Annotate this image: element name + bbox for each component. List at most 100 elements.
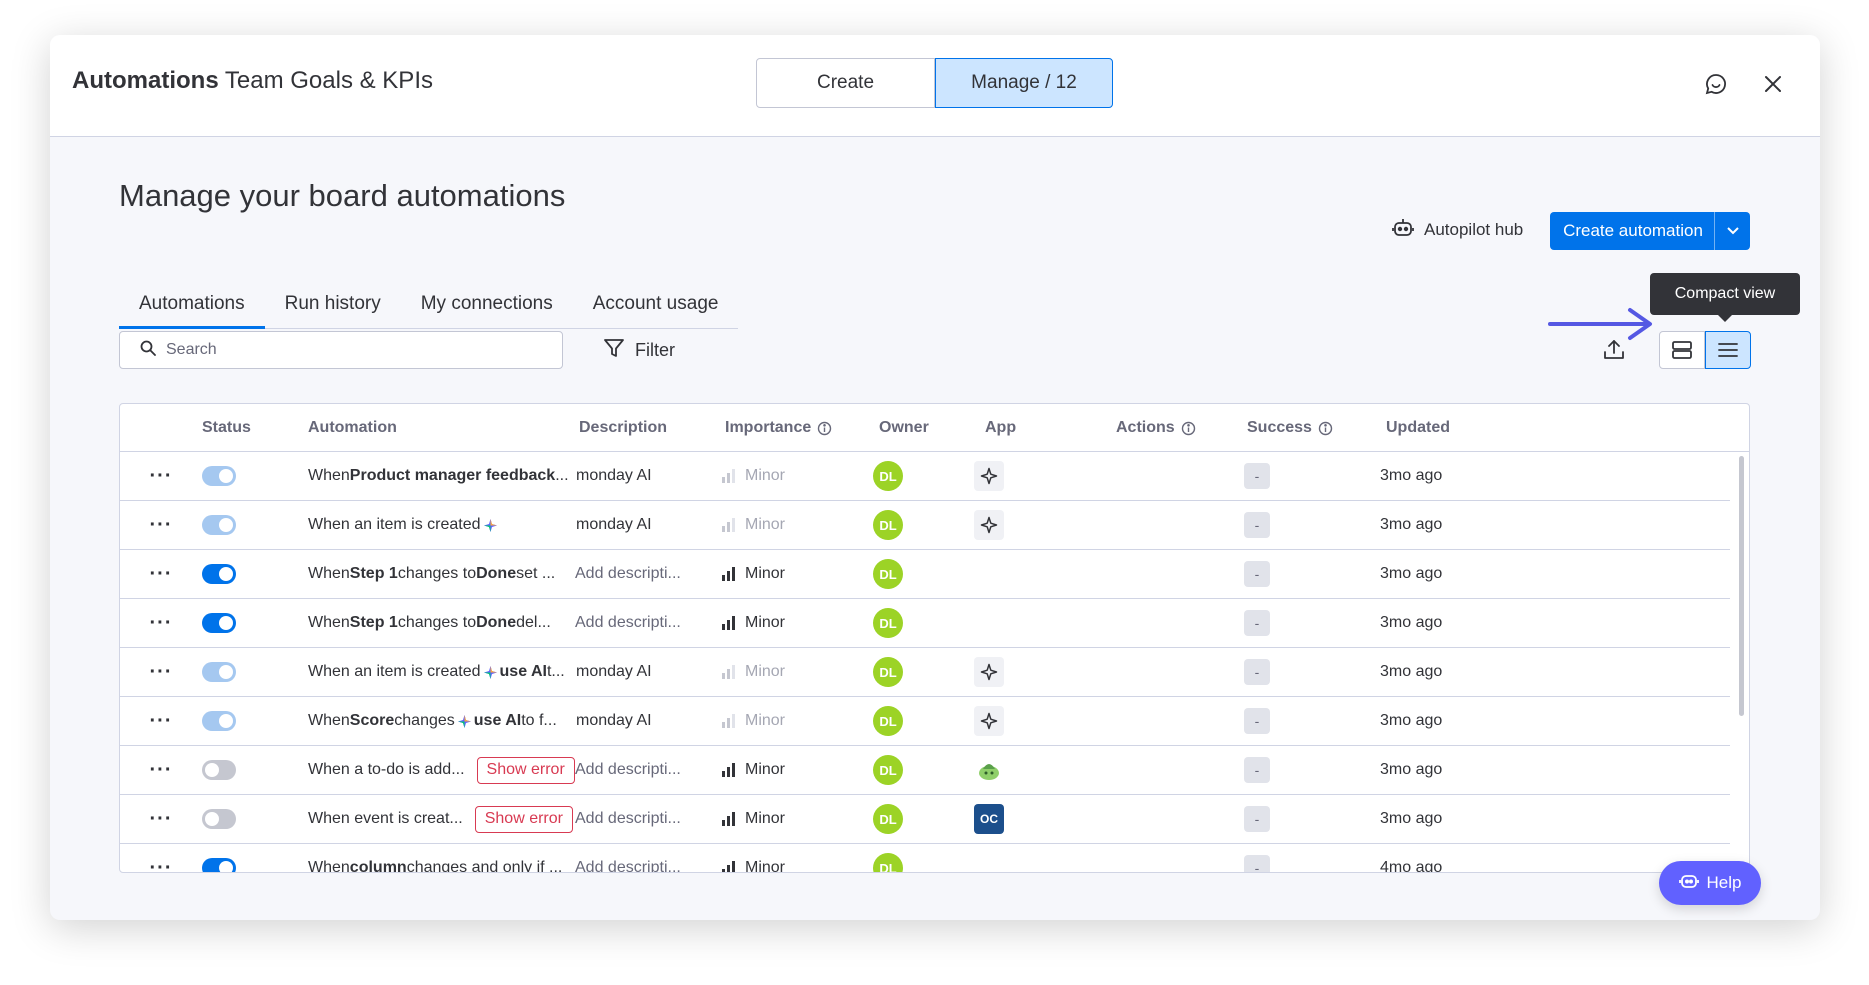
importance-cell[interactable]: Minor [722, 599, 785, 647]
row-menu-icon[interactable]: ··· [146, 697, 176, 745]
automation-name[interactable]: When Step 1 changes to Done set ... [308, 550, 555, 598]
importance-cell[interactable]: Minor [722, 844, 785, 872]
row-menu-icon[interactable]: ··· [146, 550, 176, 598]
column-header-automation[interactable]: Automation [308, 404, 397, 452]
avatar[interactable]: DL [873, 559, 903, 589]
status-toggle[interactable] [202, 662, 236, 682]
description-cell[interactable]: Add descripti... [575, 795, 681, 843]
compact-view-button[interactable] [1705, 331, 1751, 369]
tab-account-usage[interactable]: Account usage [573, 289, 739, 329]
importance-cell[interactable]: Minor [722, 501, 785, 549]
importance-cell[interactable]: Minor [722, 795, 785, 843]
column-header-app[interactable]: App [985, 404, 1016, 452]
table-row[interactable]: ··· When column changes and only if ... … [120, 844, 1730, 873]
importance-cell[interactable]: Minor [722, 648, 785, 696]
status-toggle[interactable] [202, 466, 236, 486]
filter-button[interactable]: Filter [603, 331, 675, 369]
avatar[interactable]: DL [873, 853, 903, 872]
row-menu-icon[interactable]: ··· [146, 844, 176, 873]
importance-cell[interactable]: Minor [722, 746, 785, 794]
avatar[interactable]: DL [873, 755, 903, 785]
tab-automations[interactable]: Automations [119, 289, 265, 329]
avatar[interactable]: DL [873, 608, 903, 638]
table-row[interactable]: ··· When an item is created monday AI Mi… [120, 501, 1730, 550]
search-input[interactable] [166, 341, 546, 359]
status-toggle[interactable] [202, 760, 236, 780]
table-row[interactable]: ··· When a to-do is add... Show error Add… [120, 746, 1730, 795]
automation-name[interactable]: When an item is created [308, 501, 500, 549]
avatar[interactable]: DL [873, 461, 903, 491]
status-toggle[interactable] [202, 809, 236, 829]
tab-my-connections[interactable]: My connections [401, 289, 573, 329]
row-menu-icon[interactable]: ··· [146, 795, 176, 843]
table-row[interactable]: ··· When Step 1 changes to Done set ... … [120, 550, 1730, 599]
status-toggle[interactable] [202, 858, 236, 872]
status-toggle[interactable] [202, 711, 236, 731]
status-toggle[interactable] [202, 515, 236, 535]
show-error-button[interactable]: Show error [474, 805, 573, 833]
column-header-updated[interactable]: Updated [1386, 404, 1450, 452]
card-view-button[interactable] [1659, 331, 1705, 369]
description-cell[interactable]: monday AI [576, 697, 652, 745]
row-menu-icon[interactable]: ··· [146, 648, 176, 696]
importance-cell[interactable]: Minor [722, 452, 785, 500]
table-row[interactable]: ··· When an item is created use AI t... m… [120, 648, 1730, 697]
automation-name[interactable]: When column changes and only if ... [308, 844, 562, 872]
show-error-button[interactable]: Show error [476, 756, 575, 784]
create-mode-button[interactable]: Create [756, 58, 935, 108]
table-row[interactable]: ··· When event is creat... Show error Add… [120, 795, 1730, 844]
autopilot-hub-button[interactable]: Autopilot hub [1392, 212, 1523, 248]
chevron-down-icon[interactable] [1714, 212, 1750, 250]
avatar[interactable]: DL [873, 657, 903, 687]
table-row[interactable]: ··· When Step 1 changes to Done del... A… [120, 599, 1730, 648]
status-toggle[interactable] [202, 564, 236, 584]
description-cell[interactable]: monday AI [576, 501, 652, 549]
table-scrollbar[interactable] [1739, 456, 1744, 716]
manage-mode-button[interactable]: Manage / 12 [935, 58, 1113, 108]
automation-name[interactable]: When a to-do is add... Show error [308, 746, 575, 794]
info-icon[interactable] [1318, 421, 1333, 436]
success-cell: - [1244, 795, 1270, 843]
description-cell[interactable]: Add descripti... [575, 844, 681, 872]
help-button[interactable]: Help [1659, 861, 1761, 905]
column-header-actions[interactable]: Actions [1116, 404, 1196, 452]
table-row[interactable]: ··· When Score changes use AI to f... mon… [120, 697, 1730, 746]
importance-cell[interactable]: Minor [722, 550, 785, 598]
row-menu-icon[interactable]: ··· [146, 501, 176, 549]
table-row[interactable]: ··· When Product manager feedback ... mo… [120, 452, 1730, 501]
column-header-description[interactable]: Description [579, 404, 667, 452]
automation-name[interactable]: When Product manager feedback ... [308, 452, 569, 500]
avatar[interactable]: DL [873, 510, 903, 540]
description-cell[interactable]: monday AI [576, 648, 652, 696]
filter-icon [603, 337, 625, 364]
column-header-importance[interactable]: Importance [725, 404, 832, 452]
oc-app-icon: OC [974, 804, 1004, 834]
description-cell[interactable]: Add descripti... [575, 746, 681, 794]
export-icon[interactable] [1595, 331, 1633, 369]
close-icon[interactable] [1757, 68, 1789, 100]
create-automation-button[interactable]: Create automation [1550, 212, 1750, 250]
chat-feedback-icon[interactable] [1700, 68, 1732, 100]
row-menu-icon[interactable]: ··· [146, 599, 176, 647]
automation-name[interactable]: When an item is created use AI t... [308, 648, 565, 696]
compact-view-tooltip: Compact view [1650, 273, 1800, 322]
column-header-owner[interactable]: Owner [879, 404, 929, 452]
column-header-status[interactable]: Status [202, 404, 251, 452]
status-toggle[interactable] [202, 613, 236, 633]
info-icon[interactable] [1181, 421, 1196, 436]
automation-name[interactable]: When event is creat... Show error [308, 795, 573, 843]
importance-cell[interactable]: Minor [722, 697, 785, 745]
description-cell[interactable]: Add descripti... [575, 550, 681, 598]
tab-run-history[interactable]: Run history [265, 289, 401, 329]
automation-name[interactable]: When Step 1 changes to Done del... [308, 599, 551, 647]
column-header-success[interactable]: Success [1247, 404, 1333, 452]
description-cell[interactable]: monday AI [576, 452, 652, 500]
importance-bars-icon [722, 812, 735, 826]
automation-name[interactable]: When Score changes use AI to f... [308, 697, 557, 745]
avatar[interactable]: DL [873, 804, 903, 834]
row-menu-icon[interactable]: ··· [146, 746, 176, 794]
row-menu-icon[interactable]: ··· [146, 452, 176, 500]
info-icon[interactable] [817, 421, 832, 436]
avatar[interactable]: DL [873, 706, 903, 736]
description-cell[interactable]: Add descripti... [575, 599, 681, 647]
